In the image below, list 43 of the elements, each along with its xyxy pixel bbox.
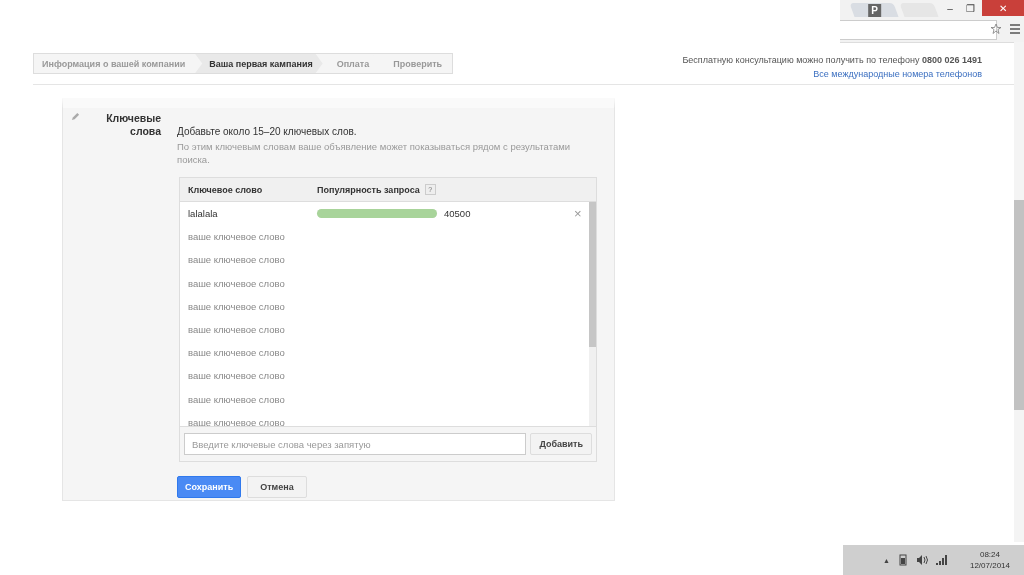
column-header: Популярность запроса — [317, 184, 420, 195]
keyword-field[interactable]: ваше ключевое слово — [188, 324, 348, 336]
restore-button[interactable]: ❐ — [960, 0, 980, 16]
intro-text: Добавьте около 15–20 ключевых слов. — [177, 126, 358, 137]
clock-time[interactable]: 08:24 — [969, 549, 1010, 560]
scroll-thumb[interactable] — [589, 202, 596, 347]
star-icon[interactable] — [990, 23, 1002, 35]
keyword-input[interactable]: Введите ключевые слова через запятую — [184, 433, 527, 455]
scroll-thumb[interactable] — [1014, 200, 1024, 410]
section-title: Ключевые слова — [105, 112, 161, 139]
keyword-field[interactable]: ваше ключевое слово — [188, 231, 348, 243]
keyword-field[interactable]: ваше ключевое слово — [188, 370, 348, 382]
menu-icon[interactable] — [1010, 24, 1020, 34]
remove-icon[interactable]: × — [574, 206, 582, 222]
scrollbar[interactable] — [589, 202, 596, 426]
progress-step[interactable]: Ваша первая кампания — [195, 54, 323, 73]
keyword-field[interactable]: ваше ключевое слово — [188, 277, 348, 289]
battery-icon[interactable] — [897, 554, 908, 566]
column-header: Ключевое слово — [187, 184, 264, 195]
save-button[interactable]: Сохранить — [177, 476, 242, 498]
keyword-field[interactable]: ваше ключевое слово — [188, 254, 348, 266]
search-volume: 40500 — [444, 208, 472, 220]
signal-icon[interactable] — [935, 555, 948, 565]
keyword-field[interactable]: ваше ключевое слово — [188, 416, 348, 426]
clock-date[interactable]: 12/07/2014 — [969, 560, 1010, 571]
minimize-button[interactable]: – — [940, 0, 960, 16]
tab-label: P — [868, 4, 882, 17]
browser-tab[interactable]: P — [849, 3, 899, 17]
close-button[interactable]: ✕ — [982, 0, 1024, 16]
keyword-text: lalalala — [187, 208, 219, 220]
hint-text: По этим ключевым словам ваше объявление может показываться рядом с результатами поиска. — [177, 140, 571, 166]
pencil-icon[interactable] — [71, 112, 80, 121]
address-bar[interactable] — [840, 20, 997, 40]
keyword-field[interactable]: ваше ключевое слово — [188, 393, 348, 405]
cancel-button[interactable]: Отмена — [247, 476, 307, 498]
keyword-field[interactable]: ваше ключевое слово — [188, 300, 348, 312]
page-scrollbar[interactable] — [1014, 42, 1024, 542]
phone-numbers-link[interactable]: Все международные номера телефонов — [682, 67, 982, 81]
browser-tab[interactable] — [899, 3, 939, 17]
speaker-icon[interactable] — [915, 555, 928, 565]
add-button[interactable]: Добавить — [530, 433, 592, 455]
keyword-field[interactable]: ваше ключевое слово — [188, 347, 348, 359]
help-text: Бесплатную консультацию можно получить по телефону 0800 026 1491 — [682, 55, 982, 65]
